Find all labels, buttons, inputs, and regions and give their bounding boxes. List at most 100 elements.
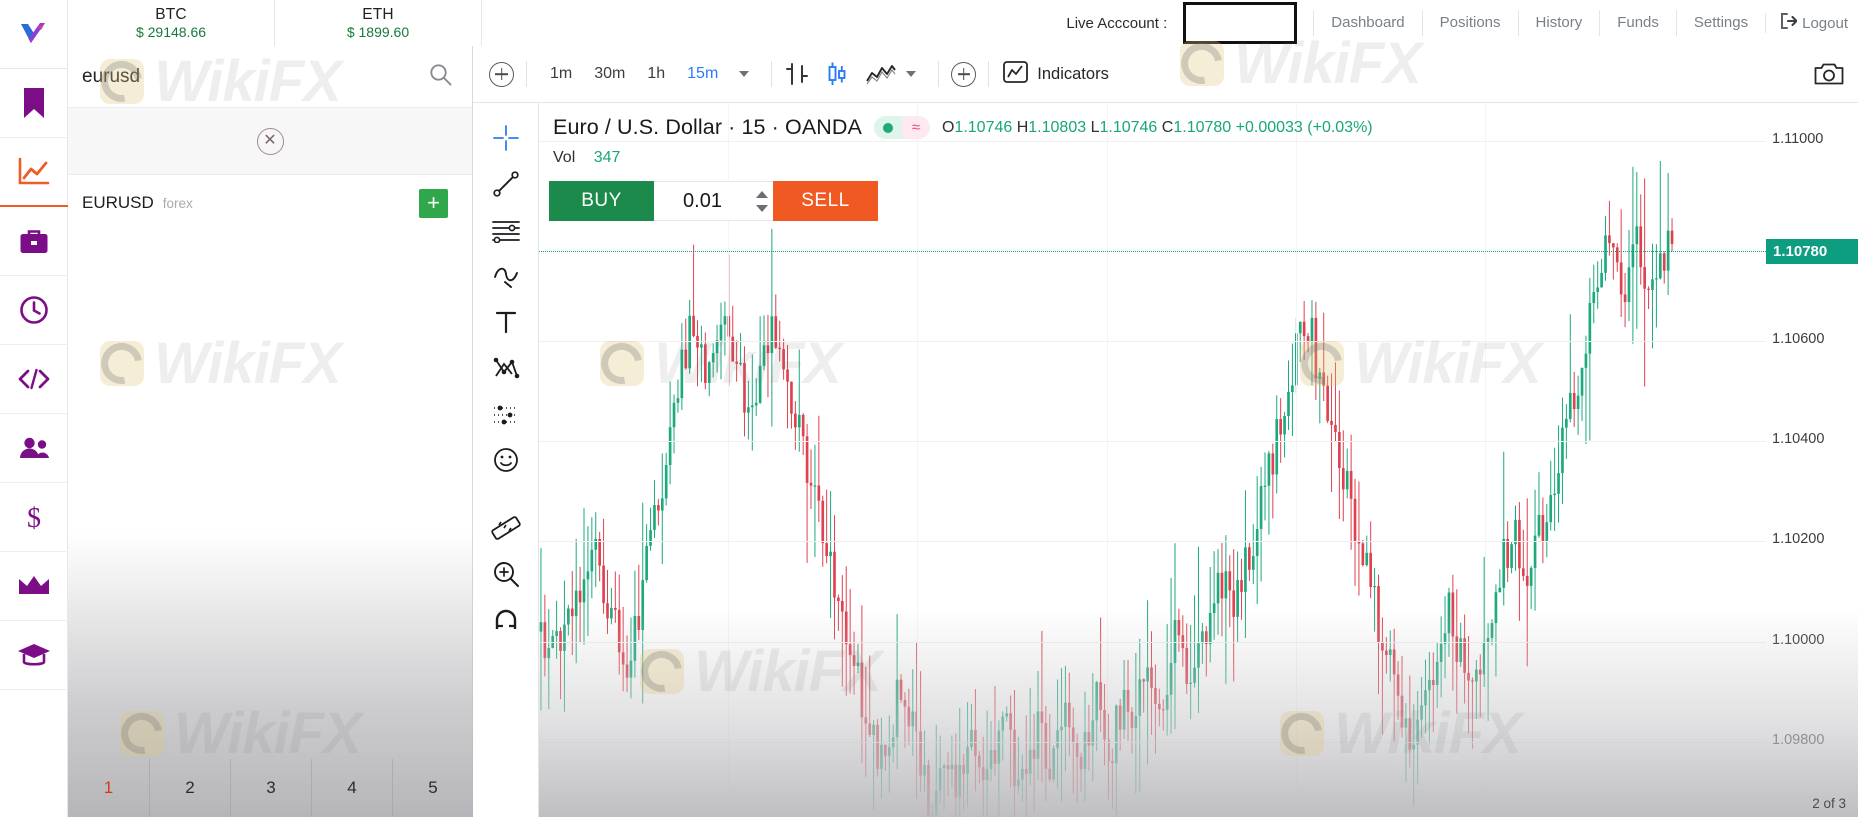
chart-toolbar: 1m 30m 1h 15m Indicators xyxy=(473,46,1858,103)
brush-tool-icon[interactable] xyxy=(473,253,539,299)
divider xyxy=(938,61,940,87)
code-icon xyxy=(18,367,50,391)
sidebar-item-education[interactable] xyxy=(0,621,68,690)
page-5[interactable]: 5 xyxy=(392,759,473,817)
chevron-down-icon[interactable] xyxy=(739,71,750,77)
chart-canvas[interactable]: Euro / U.S. Dollar · 15 · OANDA ≈ O1.107… xyxy=(539,103,1858,817)
zoom-tool-icon[interactable] xyxy=(473,551,539,597)
magnet-tool-icon[interactable] xyxy=(473,597,539,643)
graduation-cap-icon xyxy=(17,642,51,668)
left-icon-rail: $ xyxy=(0,0,68,817)
chart-title: Euro / U.S. Dollar · 15 · OANDA xyxy=(553,115,862,139)
grid-line-vertical xyxy=(917,103,918,817)
candlestick-chart-type-icon[interactable] xyxy=(824,61,850,87)
legend-line-1: Euro / U.S. Dollar · 15 · OANDA ≈ O1.107… xyxy=(553,115,1373,140)
trend-line-tool-icon[interactable] xyxy=(473,161,539,207)
quantity-value: 0.01 xyxy=(683,189,722,212)
nav-dashboard[interactable]: Dashboard xyxy=(1313,10,1421,36)
pagination: 1 2 3 4 5 xyxy=(68,759,473,817)
page-2[interactable]: 2 xyxy=(149,759,230,817)
sidebar-item-funds[interactable]: $ xyxy=(0,483,68,552)
forecast-tool-icon[interactable] xyxy=(473,391,539,437)
nav-positions[interactable]: Positions xyxy=(1421,10,1518,36)
list-item[interactable]: EURUSD forex + xyxy=(68,175,472,231)
page-3[interactable]: 3 xyxy=(230,759,311,817)
live-account-selector[interactable] xyxy=(1183,2,1298,44)
ticker-price: $ 29148.66 xyxy=(135,23,207,40)
grid-line xyxy=(539,641,1766,643)
svg-text:$: $ xyxy=(27,503,41,532)
sidebar-item-premium[interactable] xyxy=(0,552,68,621)
grid-line-vertical xyxy=(1107,103,1108,817)
chevron-down-icon[interactable] xyxy=(906,71,917,77)
price-axis-label: 1.10200 xyxy=(1772,531,1825,548)
nav-settings[interactable]: Settings xyxy=(1675,10,1765,36)
text-tool-icon[interactable] xyxy=(473,299,539,345)
price-axis[interactable]: 1.11000 1.10600 1.10400 1.10200 1.10000 1.098… xyxy=(1766,103,1858,817)
logout-icon xyxy=(1780,13,1798,33)
volume-value: 347 xyxy=(593,149,621,166)
bar-chart-type-icon[interactable] xyxy=(784,62,810,86)
indicators-label: Indicators xyxy=(1037,64,1109,83)
logout-label: Logout xyxy=(1802,14,1848,32)
indicators-icon xyxy=(1003,60,1029,88)
sidebar-item-partners[interactable] xyxy=(0,414,68,483)
nav-funds[interactable]: Funds xyxy=(1599,10,1676,36)
bookmark-icon xyxy=(22,87,46,119)
grid-line xyxy=(539,541,1766,543)
add-compare-icon[interactable] xyxy=(951,61,977,87)
timeframe-30m[interactable]: 30m xyxy=(583,65,636,83)
close-icon[interactable]: ✕ xyxy=(256,127,284,155)
price-axis-label: 1.10600 xyxy=(1772,331,1825,347)
quantity-field[interactable]: 0.01 xyxy=(654,181,751,221)
sidebar-item-history[interactable] xyxy=(0,276,68,345)
sidebar-item-charts[interactable] xyxy=(0,138,68,207)
current-price-badge: 1.10780 xyxy=(1766,238,1858,264)
timeframe-1h[interactable]: 1h xyxy=(636,65,676,83)
page-4[interactable]: 4 xyxy=(311,759,392,817)
timeframe-15m[interactable]: 15m xyxy=(676,65,729,83)
indicators-button[interactable]: Indicators xyxy=(1003,60,1109,88)
emoji-tool-icon[interactable] xyxy=(473,437,539,483)
camera-icon[interactable] xyxy=(1814,62,1844,86)
trade-panel: BUY 0.01 SELL xyxy=(549,181,878,221)
market-status-pill: ≈ xyxy=(873,116,930,139)
page-1[interactable]: 1 xyxy=(68,759,149,817)
symbol-type: forex xyxy=(162,195,193,211)
price-axis-label: 1.10000 xyxy=(1772,631,1825,648)
price-change: +0.00033 (+0.03%) xyxy=(1235,118,1373,136)
nav-history[interactable]: History xyxy=(1517,10,1600,36)
sell-button[interactable]: SELL xyxy=(773,181,878,221)
ticker-price: $ 1899.60 xyxy=(346,23,410,40)
stepper-down-icon[interactable] xyxy=(756,204,768,212)
line-chart-type-icon[interactable] xyxy=(866,63,897,85)
trading-platform-window: $ BTC $ 29148.66 ETH $ 1899.60 Live Accc… xyxy=(0,0,1858,817)
pattern-tool-icon[interactable] xyxy=(473,345,539,391)
divider xyxy=(526,61,527,87)
chart-line-icon xyxy=(18,157,50,187)
timeframe-1m[interactable]: 1m xyxy=(539,65,583,83)
symbol-search-panel: ✕ EURUSD forex + xyxy=(68,46,473,817)
price-axis-label: 1.10400 xyxy=(1772,431,1825,448)
sidebar-item-api[interactable] xyxy=(0,345,68,414)
grid-line xyxy=(539,341,1766,342)
measure-tool-icon[interactable] xyxy=(473,505,539,551)
ticker-btc[interactable]: BTC $ 29148.66 xyxy=(68,0,275,46)
ticker-eth[interactable]: ETH $ 1899.60 xyxy=(275,0,482,46)
search-input[interactable] xyxy=(82,65,429,88)
sidebar-item-portfolio[interactable] xyxy=(0,207,68,276)
buy-button[interactable]: BUY xyxy=(549,181,654,221)
search-icon[interactable] xyxy=(429,63,452,91)
fib-retracement-tool-icon[interactable] xyxy=(473,207,539,253)
vantage-logo[interactable] xyxy=(0,0,68,69)
drawing-tools-rail xyxy=(473,103,539,817)
add-symbol-icon[interactable] xyxy=(489,61,514,87)
crosshair-tool-icon[interactable] xyxy=(473,115,539,161)
quantity-stepper[interactable] xyxy=(751,181,773,221)
legend-line-2: Vol 347 xyxy=(553,149,1373,167)
logout-button[interactable]: Logout xyxy=(1765,13,1856,33)
add-symbol-button[interactable]: + xyxy=(419,188,448,218)
stepper-up-icon[interactable] xyxy=(756,190,768,198)
sidebar-item-watchlist[interactable] xyxy=(0,69,68,138)
grid-line xyxy=(539,441,1766,443)
